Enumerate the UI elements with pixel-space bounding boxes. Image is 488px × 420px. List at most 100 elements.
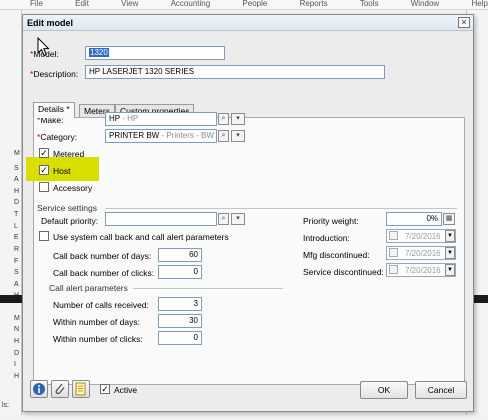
active-checkbox[interactable]: ✓: [100, 384, 110, 394]
category-label: *Category:: [37, 132, 78, 142]
mfg-discontinued-dropdown-icon[interactable]: ▼: [445, 247, 455, 259]
service-settings-heading: Service settings: [37, 203, 97, 213]
introduction-date-field[interactable]: 7/20/2016 ▼: [386, 229, 456, 243]
priority-dropdown-icon[interactable]: ▾: [231, 213, 245, 225]
callback-days-label: Call back number of days:: [53, 251, 152, 261]
category-input[interactable]: PRINTER BW - Printers - BW (Pr: [105, 129, 217, 143]
priority-weight-label: Priority weight:: [303, 216, 359, 226]
service-settings-divider: [105, 208, 457, 209]
bg-menu-item: People: [242, 0, 268, 8]
metered-label: Metered: [53, 149, 85, 159]
call-alert-heading: Call alert parameters: [49, 283, 128, 293]
bg-menu-item: Window: [410, 0, 440, 8]
mfg-discontinued-checkbox[interactable]: [389, 248, 398, 257]
bg-list-letter: A: [14, 281, 19, 288]
background-left-list: M S A H D T L E R F S A H M N H D I H ls…: [0, 10, 22, 415]
callback-days-input[interactable]: 60: [158, 248, 202, 262]
mouse-cursor-icon: [37, 37, 50, 57]
tab-details[interactable]: Details *: [33, 102, 75, 118]
accessory-label: Accessory: [53, 183, 93, 193]
priority-weight-input[interactable]: 0%: [386, 212, 442, 226]
use-system-checkbox[interactable]: [39, 231, 49, 241]
within-clicks-label: Within number of clicks:: [53, 334, 143, 344]
category-dropdown-icon[interactable]: ▾: [231, 130, 245, 142]
bg-list-letter: M: [14, 150, 20, 157]
model-input[interactable]: 1320: [85, 46, 225, 60]
bg-list-letter: S: [14, 269, 19, 276]
bg-list-letter: A: [14, 176, 19, 183]
info-button[interactable]: [30, 380, 48, 398]
service-discontinued-dropdown-icon[interactable]: ▼: [445, 264, 455, 276]
dialog-titlebar[interactable]: Edit model ×: [23, 15, 473, 31]
default-priority-label: Default priority:: [41, 216, 99, 226]
calls-received-label: Number of calls received:: [53, 300, 149, 310]
introduction-date-value: 7/20/2016: [405, 232, 441, 241]
description-input[interactable]: HP LASERJET 1320 SERIES: [85, 65, 385, 79]
cancel-button[interactable]: Cancel: [415, 381, 467, 399]
bg-status-label: ls:: [2, 402, 9, 409]
mfg-discontinued-date-field[interactable]: 7/20/2016 ▼: [386, 246, 456, 260]
description-label: *Description:: [30, 69, 79, 79]
within-days-label: Within number of days:: [53, 317, 140, 327]
callback-clicks-label: Call back number of clicks:: [53, 268, 155, 278]
host-label: Host: [53, 166, 71, 176]
introduction-dropdown-icon[interactable]: ▼: [445, 230, 455, 242]
host-checkbox[interactable]: ✓: [39, 165, 49, 175]
bg-list-letter: H: [14, 373, 20, 380]
calculator-icon[interactable]: ▦: [443, 213, 455, 225]
service-discontinued-label: Service discontinued:: [303, 267, 384, 277]
bg-menu-item: Tools: [359, 0, 379, 8]
bg-list-letter: D: [14, 199, 20, 206]
within-clicks-input[interactable]: 0: [158, 331, 202, 345]
bg-menu-item: View: [121, 0, 139, 8]
bg-menu-item: Reports: [299, 0, 328, 8]
attach-button[interactable]: [51, 380, 69, 398]
metered-checkbox[interactable]: ✓: [39, 148, 49, 158]
make-input[interactable]: HP - HP: [105, 112, 217, 126]
bg-list-letter: T: [14, 211, 19, 218]
mfg-discontinued-label: Mfg discontinued:: [303, 250, 370, 260]
introduction-date-checkbox[interactable]: [389, 231, 398, 240]
calls-received-input[interactable]: 3: [158, 297, 202, 311]
bg-menu-item: Edit: [75, 0, 89, 8]
background-selected-row: [0, 295, 22, 303]
close-icon[interactable]: ×: [458, 17, 470, 28]
accessory-checkbox[interactable]: [39, 182, 49, 192]
notes-icon: [75, 382, 86, 396]
default-priority-input[interactable]: [105, 212, 217, 226]
bg-menu-item: File: [30, 0, 43, 8]
paperclip-icon: [55, 383, 65, 395]
bg-list-letter: E: [14, 234, 19, 241]
category-search-icon[interactable]: ⌕: [218, 130, 229, 142]
bg-list-letter: N: [14, 326, 20, 333]
bg-list-letter: M: [14, 315, 20, 322]
bg-list-letter: H: [14, 188, 20, 195]
call-alert-divider: [133, 288, 283, 289]
bg-list-letter: F: [14, 258, 19, 265]
service-discontinued-date-field[interactable]: 7/20/2016 ▼: [386, 263, 456, 277]
callback-clicks-input[interactable]: 0: [158, 265, 202, 279]
bg-list-letter: I: [14, 361, 16, 368]
bg-list-letter: D: [14, 350, 20, 357]
bg-list-letter: H: [14, 338, 20, 345]
dialog-title: Edit model: [27, 18, 74, 28]
use-system-label: Use system call back and call alert para…: [53, 232, 229, 242]
introduction-label: Introduction:: [303, 233, 350, 243]
service-discontinued-checkbox[interactable]: [389, 265, 398, 274]
ok-button[interactable]: OK: [360, 381, 408, 399]
make-dropdown-icon[interactable]: ▾: [231, 113, 245, 125]
service-discontinued-value: 7/20/2016: [405, 266, 441, 275]
bg-menu-item: Accounting: [170, 0, 211, 8]
priority-search-icon[interactable]: ⌕: [218, 213, 229, 225]
edit-model-dialog: Edit model × *Model: 1320 *Description: …: [22, 14, 474, 412]
notes-button[interactable]: [72, 380, 90, 398]
bg-menu-item: Help: [471, 0, 488, 8]
info-icon: [33, 383, 45, 395]
within-days-input[interactable]: 30: [158, 314, 202, 328]
background-menubar: File Edit View Accounting People Reports…: [0, 0, 488, 10]
mfg-discontinued-value: 7/20/2016: [405, 249, 441, 258]
bg-list-letter: R: [14, 246, 20, 253]
bg-list-letter: L: [14, 223, 18, 230]
bg-list-letter: S: [14, 165, 19, 172]
make-search-icon[interactable]: ⌕: [218, 113, 229, 125]
